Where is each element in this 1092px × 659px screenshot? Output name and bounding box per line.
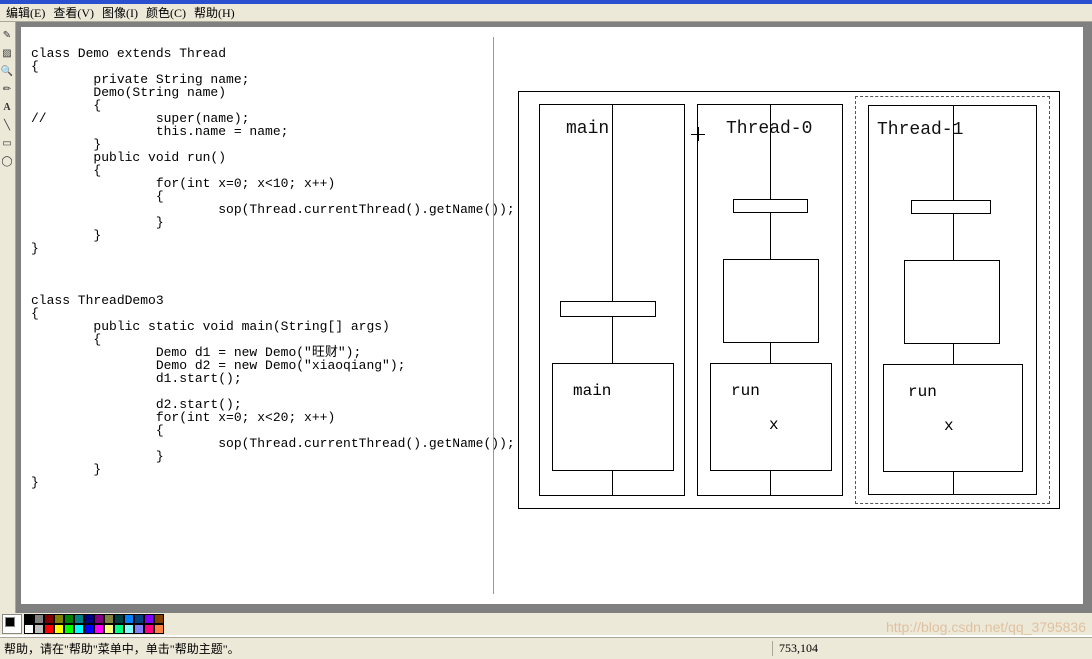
menu-help[interactable]: 帮助(H) <box>190 4 239 21</box>
t1-var-x: x <box>944 417 954 435</box>
tool-text[interactable]: A <box>0 98 14 116</box>
thread-0-box: Thread-0 run x <box>697 104 843 496</box>
t0-med-rect <box>723 259 819 343</box>
palette-swatch[interactable] <box>154 614 164 624</box>
palette-swatch[interactable] <box>64 624 74 634</box>
thread-diagram: main main Thread-0 run x <box>518 91 1060 509</box>
thread-main-box: main main <box>539 104 685 496</box>
t1-med-rect <box>904 260 1000 344</box>
palette-swatch[interactable] <box>74 624 84 634</box>
menu-edit[interactable]: 编辑(E) <box>2 4 49 21</box>
palette-swatch[interactable] <box>34 614 44 624</box>
status-coords: 753,104 <box>772 641 972 656</box>
palette-swatch[interactable] <box>134 614 144 624</box>
palette-swatch[interactable] <box>64 614 74 624</box>
palette-swatch[interactable] <box>74 614 84 624</box>
palette-swatch[interactable] <box>104 624 114 634</box>
tool-pencil[interactable]: ✏ <box>0 80 14 98</box>
menu-view[interactable]: 查看(V) <box>49 4 98 21</box>
palette-swatch[interactable] <box>84 614 94 624</box>
tool-magnify[interactable]: 🔍 <box>0 62 14 80</box>
t0-big-rect: run x <box>710 363 832 471</box>
palette-swatch[interactable] <box>54 614 64 624</box>
thread-1-title: Thread-1 <box>877 120 963 140</box>
palette-swatch[interactable] <box>144 614 154 624</box>
t0-big-label: run <box>731 382 760 400</box>
palette-swatch[interactable] <box>84 624 94 634</box>
menu-bar: 编辑(E) 查看(V) 图像(I) 颜色(C) 帮助(H) <box>0 4 1092 22</box>
palette-swatch[interactable] <box>124 614 134 624</box>
fg-bg-swatch[interactable] <box>2 614 22 634</box>
palette-swatch[interactable] <box>154 624 164 634</box>
tool-2[interactable]: ▨ <box>0 44 14 62</box>
thread-main-title: main <box>566 119 609 139</box>
thread-0-title: Thread-0 <box>726 119 812 139</box>
tool-rect[interactable]: ▭ <box>0 134 14 152</box>
menu-image[interactable]: 图像(I) <box>98 4 142 21</box>
vertical-divider <box>493 37 494 594</box>
palette-grid <box>24 614 178 634</box>
thread-1-box: Thread-1 run x <box>868 105 1037 495</box>
palette-swatch[interactable] <box>94 624 104 634</box>
status-bar: 帮助，请在"帮助"菜单中，单击"帮助主题"。 753,104 <box>0 637 1092 659</box>
palette-swatch[interactable] <box>54 624 64 634</box>
palette-swatch[interactable] <box>114 624 124 634</box>
status-help-text: 帮助，请在"帮助"菜单中，单击"帮助主题"。 <box>0 640 772 657</box>
toolbox: ✎ ▨ 🔍 ✏ A ╲ ▭ ◯ <box>0 22 16 635</box>
thread-1-selection[interactable]: Thread-1 run x <box>855 96 1050 504</box>
palette-swatch[interactable] <box>94 614 104 624</box>
workspace: ✎ ▨ 🔍 ✏ A ╲ ▭ ◯ class Demo extends Threa… <box>0 22 1092 635</box>
palette-swatch[interactable] <box>44 614 54 624</box>
t0-var-x: x <box>769 416 779 434</box>
palette-swatch[interactable] <box>34 624 44 634</box>
t1-big-label: run <box>908 383 937 401</box>
palette-swatch[interactable] <box>44 624 54 634</box>
palette-swatch[interactable] <box>124 624 134 634</box>
menu-color[interactable]: 颜色(C) <box>142 4 190 21</box>
t0-small-rect <box>733 199 808 213</box>
color-palette <box>0 613 1092 635</box>
tool-ellipse[interactable]: ◯ <box>0 152 14 170</box>
t1-big-rect: run x <box>883 364 1023 472</box>
palette-swatch[interactable] <box>134 624 144 634</box>
main-big-rect: main <box>552 363 674 471</box>
palette-swatch[interactable] <box>114 614 124 624</box>
main-big-label: main <box>573 382 611 400</box>
canvas[interactable]: class Demo extends Thread { private Stri… <box>20 26 1084 605</box>
t1-small-rect <box>911 200 991 214</box>
palette-swatch[interactable] <box>24 624 34 634</box>
code-block: class Demo extends Thread { private Stri… <box>31 47 486 489</box>
palette-swatch[interactable] <box>144 624 154 634</box>
palette-swatch[interactable] <box>104 614 114 624</box>
palette-swatch[interactable] <box>24 614 34 624</box>
tool-1[interactable]: ✎ <box>0 26 14 44</box>
main-small-rect <box>560 301 656 317</box>
tool-line[interactable]: ╲ <box>0 116 14 134</box>
